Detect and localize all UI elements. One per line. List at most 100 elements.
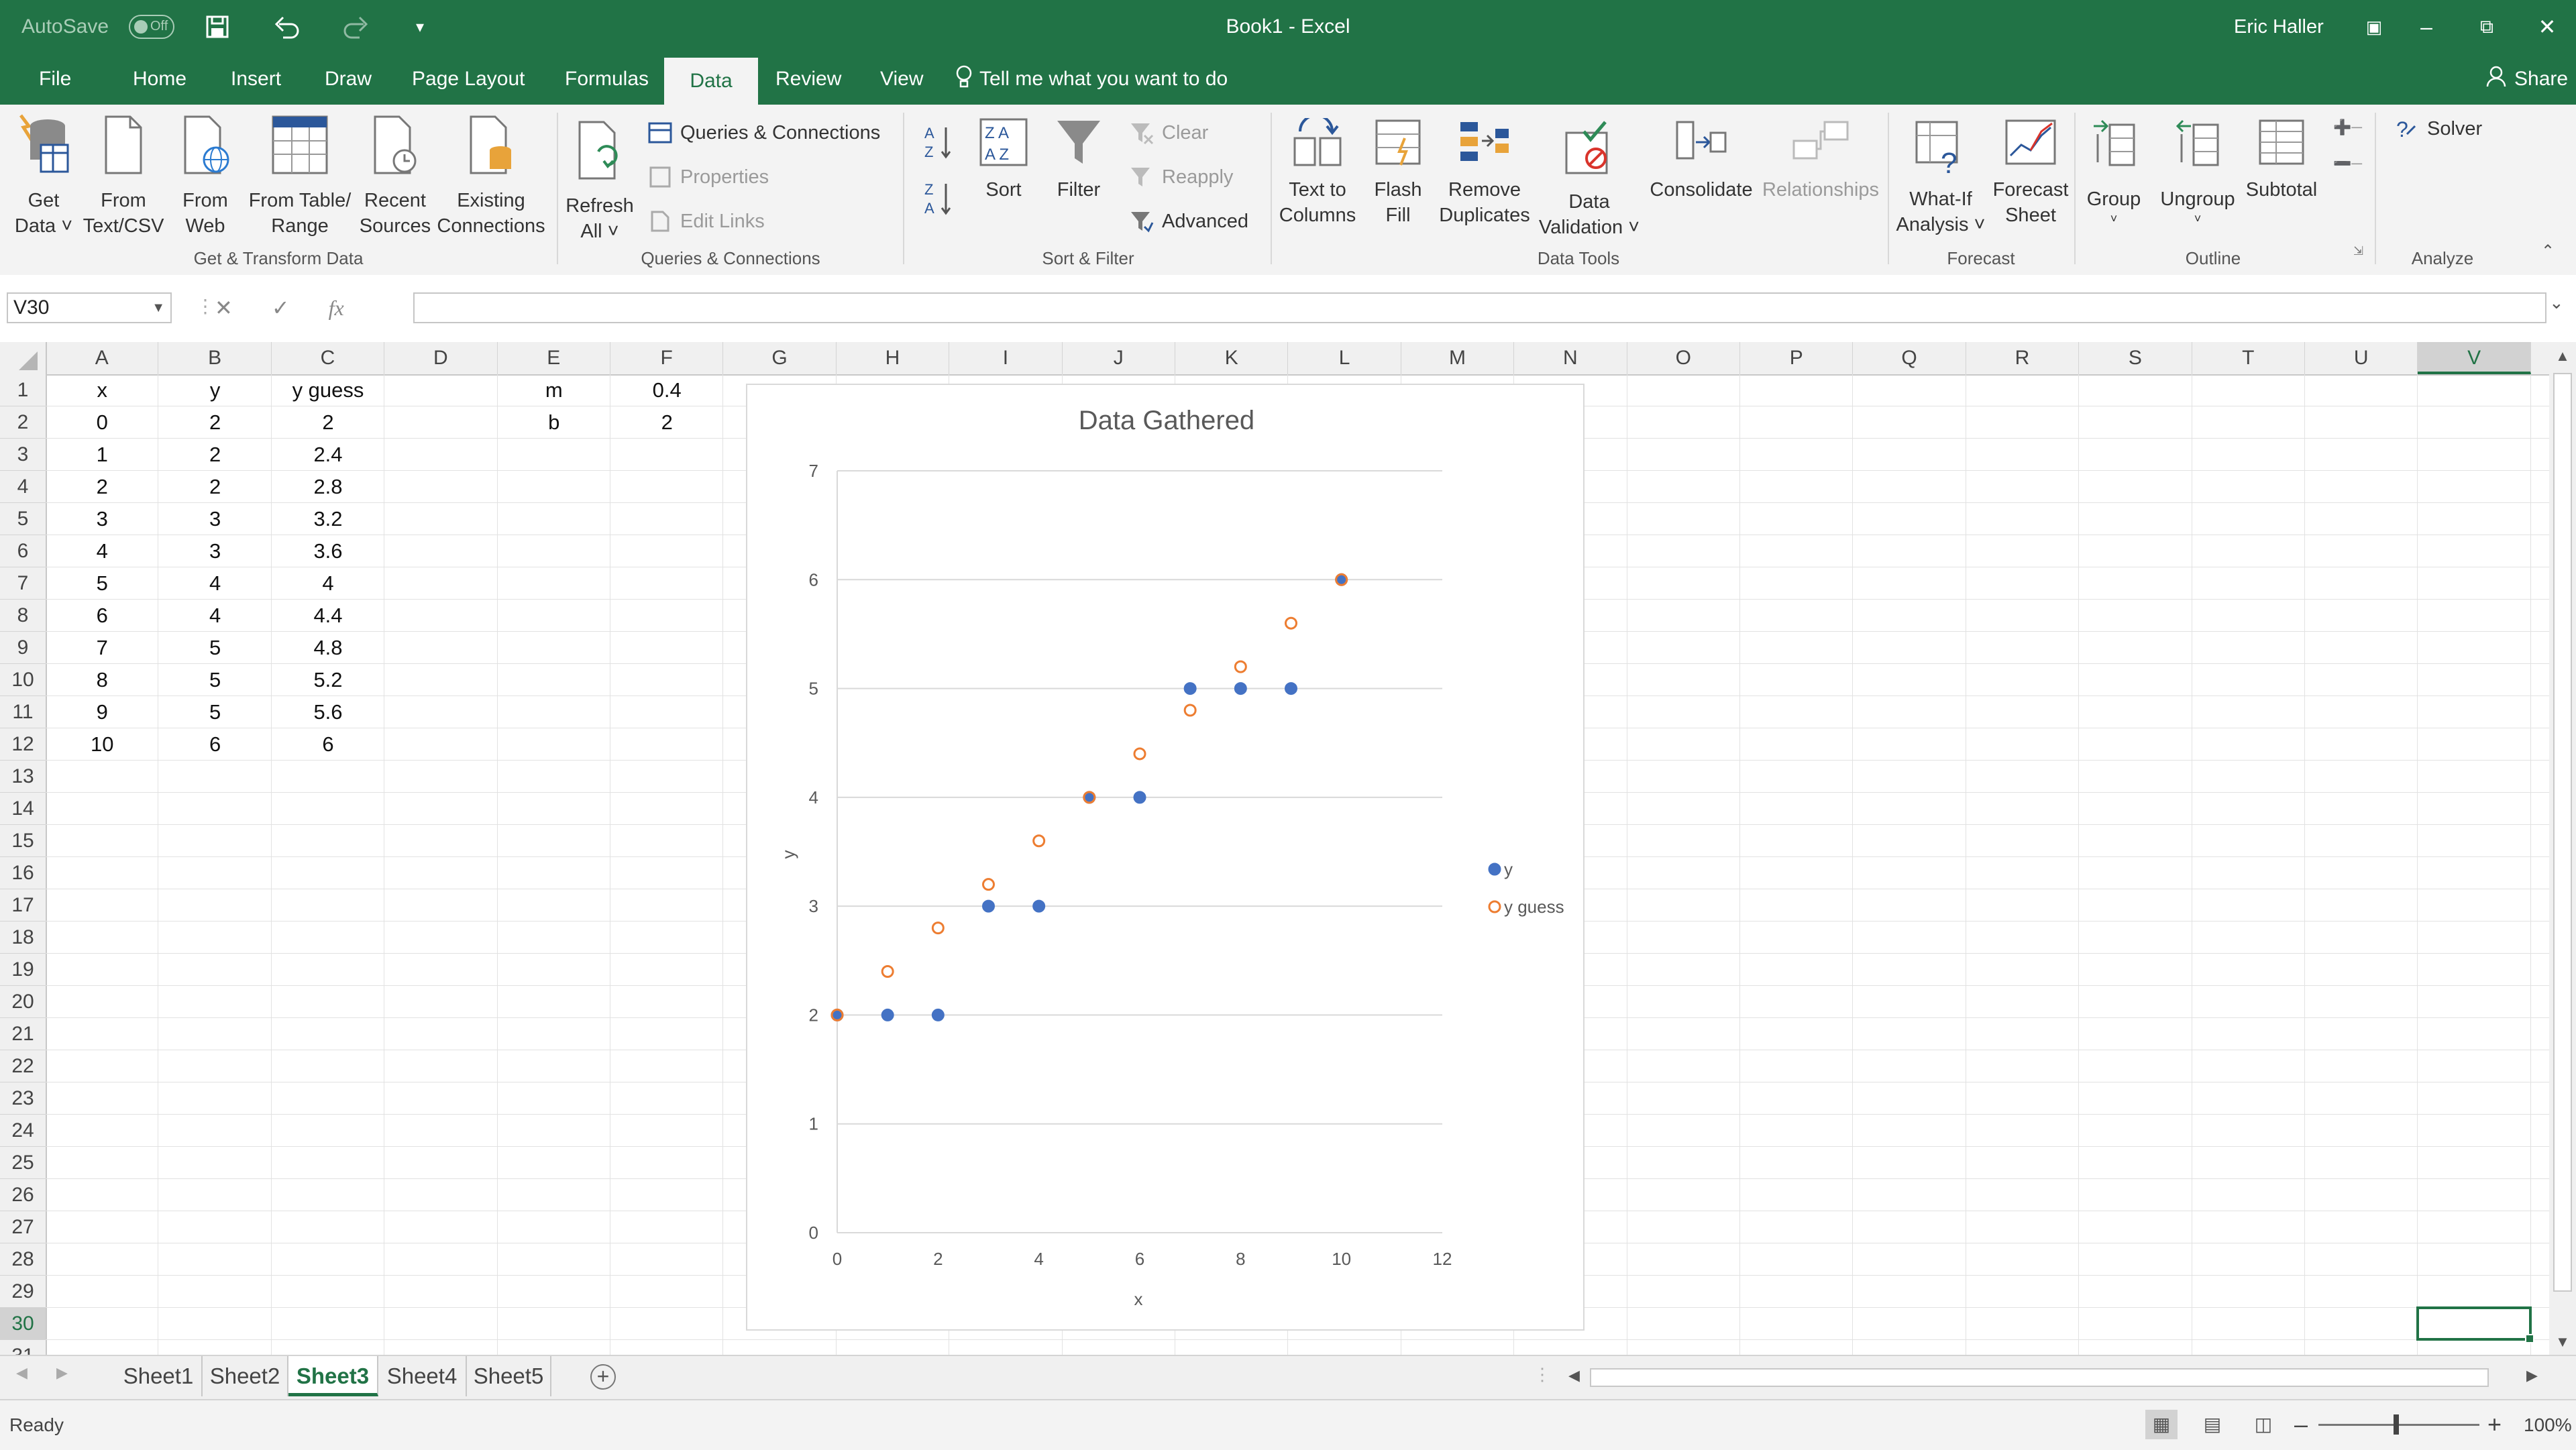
clear-filter-button[interactable]: Clear <box>1130 118 1208 148</box>
sheet-tab-3[interactable]: Sheet3 <box>288 1356 378 1396</box>
row-header-18[interactable]: 18 <box>0 922 46 954</box>
data-point[interactable] <box>1032 899 1046 913</box>
row-header-13[interactable]: 13 <box>0 761 46 793</box>
cell[interactable]: 8 <box>46 664 158 696</box>
recent-sources-button[interactable]: Recent Sources <box>356 113 435 239</box>
redo-icon[interactable] <box>342 0 369 54</box>
what-if-analysis-button[interactable]: ? What-If Analysis ˅ <box>1892 118 1990 237</box>
data-point[interactable] <box>982 878 995 891</box>
page-layout-view-icon[interactable]: ▤ <box>2196 1410 2229 1439</box>
collapse-ribbon-icon[interactable]: ⌃ <box>2541 236 2555 266</box>
row-header-20[interactable]: 20 <box>0 986 46 1018</box>
cell[interactable]: 4 <box>158 567 271 600</box>
from-text-csv-button[interactable]: From Text/CSV <box>82 113 165 239</box>
cell[interactable]: 6 <box>46 600 158 632</box>
cell[interactable]: 0 <box>46 406 158 439</box>
cell[interactable]: y <box>158 374 271 406</box>
cell[interactable]: 3 <box>158 535 271 567</box>
expand-formula-bar-icon[interactable]: ⌄ <box>2549 292 2564 313</box>
data-point[interactable] <box>1234 682 1247 695</box>
share-button[interactable]: Share <box>2486 54 2568 105</box>
restore-icon[interactable]: ⧉ <box>2463 0 2510 54</box>
column-header-q[interactable]: Q <box>1853 342 1966 374</box>
tab-data[interactable]: Data <box>664 58 758 105</box>
row-header-4[interactable]: 4 <box>0 471 46 503</box>
row-header-29[interactable]: 29 <box>0 1276 46 1308</box>
row-header-30[interactable]: 30 <box>0 1308 46 1340</box>
zoom-in-icon[interactable]: + <box>2487 1410 2502 1439</box>
insert-function-icon[interactable]: fx <box>329 296 344 321</box>
vertical-scrollbar[interactable]: ▲ ▼ <box>2549 342 2576 1355</box>
tab-page-layout[interactable]: Page Layout <box>412 54 525 105</box>
sheet-tab-1[interactable]: Sheet1 <box>115 1356 203 1396</box>
minimize-icon[interactable]: – <box>2403 0 2450 54</box>
column-header-h[interactable]: H <box>837 342 950 374</box>
from-table-range-button[interactable]: From Table/ Range <box>243 113 357 239</box>
sheet-tab-5[interactable]: Sheet5 <box>467 1356 551 1396</box>
sort-a-to-z-button[interactable]: AZ <box>923 125 953 160</box>
data-point[interactable] <box>1285 682 1297 695</box>
cell[interactable]: 5 <box>46 567 158 600</box>
cell[interactable]: 6 <box>158 728 271 761</box>
cell[interactable]: 1 <box>46 439 158 471</box>
column-header-t[interactable]: T <box>2192 342 2305 374</box>
scroll-left-icon[interactable]: ◀ <box>1568 1367 1580 1384</box>
sheet-tab-2[interactable]: Sheet2 <box>203 1356 288 1396</box>
tab-formulas[interactable]: Formulas <box>565 54 649 105</box>
cell[interactable]: 5.6 <box>272 696 384 728</box>
column-header-c[interactable]: C <box>272 342 385 374</box>
scroll-right-icon[interactable]: ▶ <box>2526 1367 2538 1384</box>
tab-split-grip-icon[interactable]: ⋮ <box>1534 1364 1551 1385</box>
row-header-23[interactable]: 23 <box>0 1082 46 1115</box>
cell[interactable]: 2 <box>272 406 384 439</box>
column-header-a[interactable]: A <box>46 342 159 374</box>
text-to-columns-button[interactable]: Text to Columns <box>1273 114 1362 228</box>
data-validation-button[interactable]: Data Validation ˅ <box>1536 118 1642 240</box>
row-header-10[interactable]: 10 <box>0 664 46 696</box>
row-header-8[interactable]: 8 <box>0 600 46 632</box>
vertical-scroll-thumb[interactable] <box>2553 373 2572 1292</box>
cell[interactable]: 3.2 <box>272 503 384 535</box>
cell[interactable]: 2.8 <box>272 471 384 503</box>
tab-draw[interactable]: Draw <box>325 54 372 105</box>
cell[interactable]: 4 <box>272 567 384 600</box>
tell-me-box[interactable]: Tell me what you want to do <box>955 54 1228 105</box>
tab-file[interactable]: File <box>39 54 71 105</box>
cell[interactable]: 3 <box>158 503 271 535</box>
sort-z-to-a-button[interactable]: ZA <box>923 181 953 217</box>
data-point[interactable] <box>1032 834 1046 848</box>
formula-input[interactable] <box>413 292 2546 323</box>
column-header-k[interactable]: K <box>1175 342 1289 374</box>
cell[interactable]: 4 <box>158 600 271 632</box>
column-header-i[interactable]: I <box>949 342 1063 374</box>
column-header-j[interactable]: J <box>1063 342 1175 374</box>
fill-handle[interactable] <box>2524 1334 2534 1343</box>
autosave-toggle[interactable]: Off <box>129 15 174 39</box>
cell[interactable]: 4.4 <box>272 600 384 632</box>
column-header-g[interactable]: G <box>723 342 837 374</box>
row-header-9[interactable]: 9 <box>0 632 46 664</box>
cell[interactable]: 2 <box>46 471 158 503</box>
row-header-15[interactable]: 15 <box>0 825 46 857</box>
cell[interactable]: y guess <box>272 374 384 406</box>
save-icon[interactable] <box>205 0 229 54</box>
active-cell-selection[interactable] <box>2416 1306 2534 1343</box>
data-point[interactable] <box>881 965 894 979</box>
cell[interactable]: 3 <box>46 503 158 535</box>
cell[interactable]: 2 <box>158 406 271 439</box>
row-header-6[interactable]: 6 <box>0 535 46 567</box>
scroll-up-icon[interactable]: ▲ <box>2549 347 2576 365</box>
cell[interactable]: 3.6 <box>272 535 384 567</box>
row-header-5[interactable]: 5 <box>0 503 46 535</box>
flash-fill-button[interactable]: Flash Fill <box>1366 118 1430 228</box>
from-web-button[interactable]: From Web <box>170 113 240 239</box>
data-point[interactable] <box>931 922 945 935</box>
row-header-11[interactable]: 11 <box>0 696 46 728</box>
solver-button[interactable]: ? Solver <box>2395 114 2482 144</box>
page-break-view-icon[interactable]: ◫ <box>2247 1410 2279 1439</box>
hide-detail-button[interactable]: ➖─ <box>2333 149 2362 178</box>
normal-view-icon[interactable]: ▦ <box>2145 1410 2178 1439</box>
zoom-slider[interactable] <box>2318 1414 2479 1435</box>
horizontal-scrollbar[interactable]: ◀ ▶ <box>1563 1363 2542 1392</box>
row-header-28[interactable]: 28 <box>0 1243 46 1276</box>
